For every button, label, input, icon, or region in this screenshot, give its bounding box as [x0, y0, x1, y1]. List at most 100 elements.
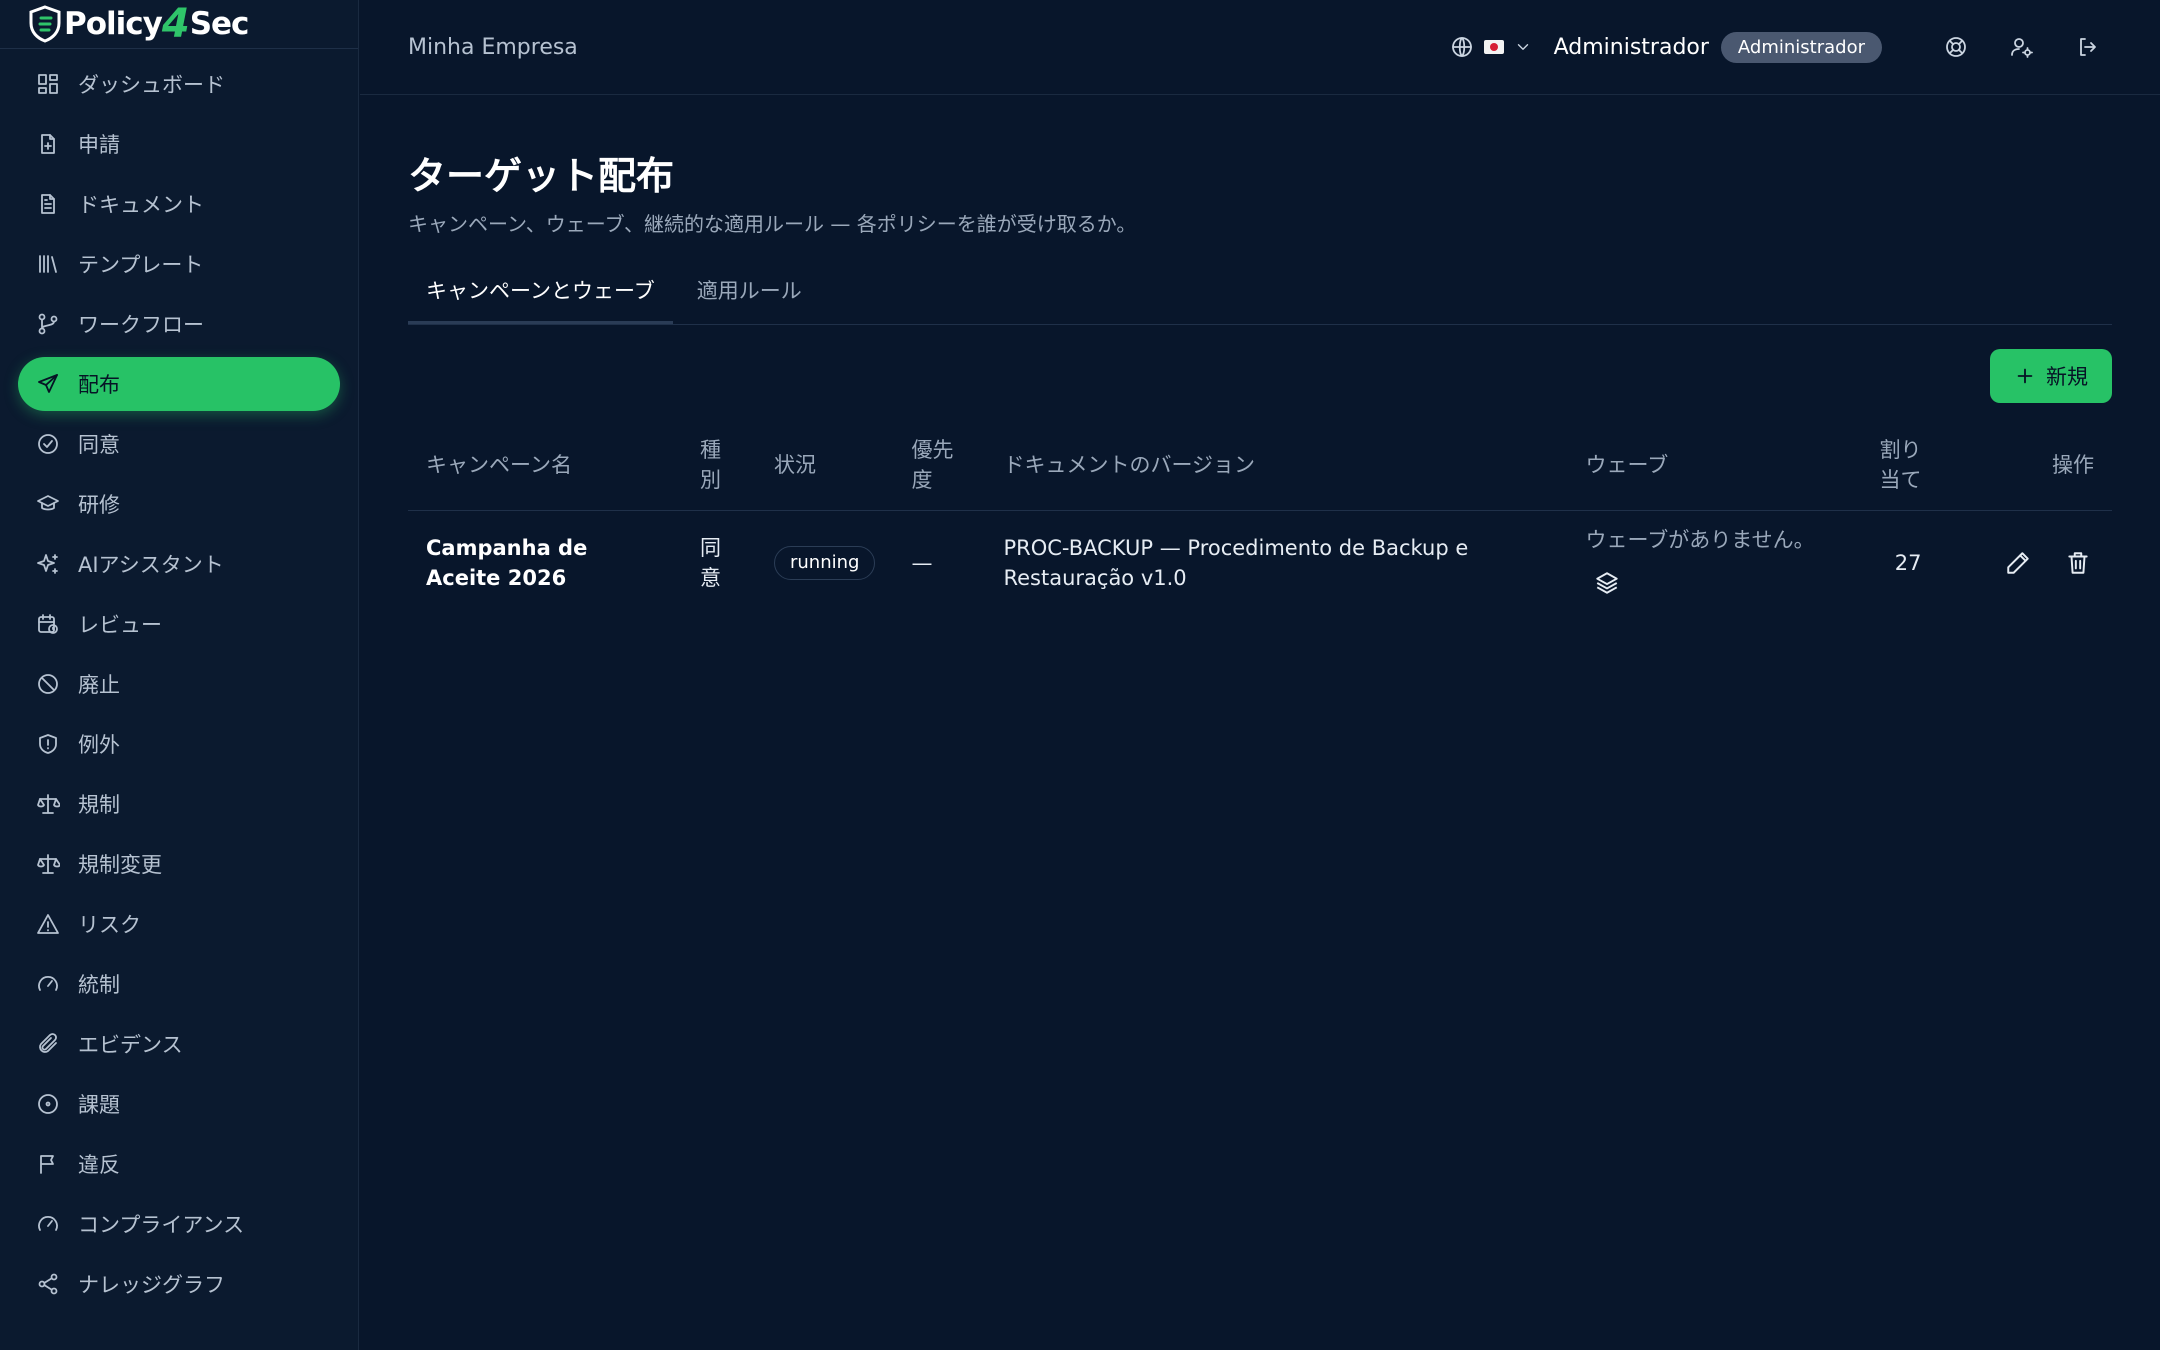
language-selector[interactable] — [1450, 35, 1532, 59]
sidebar-item-label: ナレッジグラフ — [78, 1273, 225, 1297]
sidebar: Policy 4 Sec ダッシュボード 申請 ドキュメント テンプレート ワー… — [0, 0, 359, 1350]
campaign-name: Campanha de Aceite 2026 — [426, 535, 588, 591]
file-plus-icon — [35, 131, 61, 157]
sidebar-item-review[interactable]: レビュー — [18, 597, 340, 651]
sidebar-item-controls[interactable]: 統制 — [18, 957, 340, 1011]
sidebar-item-label: レビュー — [78, 613, 162, 637]
column-header-type[interactable]: 種別 — [682, 421, 756, 511]
page-title: ターゲット配布 — [408, 154, 675, 198]
manage-waves-button[interactable] — [1585, 565, 1629, 601]
brand-logo[interactable]: Policy 4 Sec — [28, 1, 249, 47]
column-header-document-version[interactable]: ドキュメントのバージョン — [985, 421, 1568, 511]
logout-button[interactable] — [2066, 25, 2110, 69]
campaign-wave-cell: ウェーブがありません。 — [1567, 510, 1842, 615]
campaign-priority: — — [911, 550, 933, 575]
library-icon — [35, 251, 61, 277]
plus-icon — [2017, 368, 2033, 384]
sidebar-item-label: 違反 — [78, 1153, 120, 1177]
sidebar-item-evidence[interactable]: エビデンス — [18, 1017, 340, 1071]
sidebar-item-ai-assistant[interactable]: AIアシスタント — [18, 537, 340, 591]
check-circle-icon — [35, 431, 61, 457]
trash-icon — [2068, 552, 2088, 574]
column-header-status[interactable]: 状況 — [756, 421, 894, 511]
sidebar-item-label: リスク — [78, 913, 141, 937]
user-name: Administrador — [1553, 34, 1709, 60]
sidebar-item-templates[interactable]: テンプレート — [18, 237, 340, 291]
send-icon — [35, 371, 61, 397]
calendar-clock-icon — [35, 611, 61, 637]
tab-apply-rules[interactable]: 適用ルール — [679, 275, 820, 324]
sidebar-item-exceptions[interactable]: 例外 — [18, 717, 340, 771]
tab-bar: キャンペーンとウェーブ 適用ルール — [408, 275, 2112, 325]
sidebar-item-label: 規制 — [78, 793, 120, 817]
sidebar-item-issues[interactable]: 課題 — [18, 1077, 340, 1131]
table-row[interactable]: Campanha de Aceite 2026 同意 running — PRO… — [408, 510, 2112, 615]
dot-circle-icon — [35, 1091, 61, 1117]
column-header-actions: 操作 — [1939, 421, 2112, 511]
column-header-priority[interactable]: 優先度 — [893, 421, 986, 511]
sidebar-item-retirement[interactable]: 廃止 — [18, 657, 340, 711]
sidebar-item-regulations[interactable]: 規制 — [18, 777, 340, 831]
dashboard-icon — [35, 71, 61, 97]
company-name[interactable]: Minha Empresa — [408, 35, 578, 60]
document-icon — [35, 191, 61, 217]
sidebar-item-compliance[interactable]: コンプライアンス — [18, 1197, 340, 1251]
campaign-document-version: PROC-BACKUP — Procedimento de Backup e R… — [1003, 535, 1469, 591]
sidebar-item-label: 研修 — [78, 493, 120, 517]
page-subtitle: キャンペーン、ウェーブ、継続的な適用ルール — 各ポリシーを誰が受け取るか。 — [408, 212, 1137, 236]
column-header-name[interactable]: キャンペーン名 — [408, 421, 682, 511]
sidebar-item-label: 申請 — [78, 133, 120, 157]
sidebar-item-label: コンプライアンス — [78, 1213, 245, 1237]
sidebar-item-label: エビデンス — [78, 1033, 183, 1057]
sidebar-item-consent[interactable]: 同意 — [18, 417, 340, 471]
campaigns-table: キャンペーン名 種別 状況 優先度 ドキュメントのバージョン ウェーブ 割り当て… — [408, 421, 2112, 615]
column-header-assignments[interactable]: 割り当て — [1842, 421, 1940, 511]
pencil-icon — [2007, 552, 2029, 574]
gauge-icon — [35, 1211, 61, 1237]
edit-button[interactable] — [2002, 547, 2034, 579]
column-header-wave[interactable]: ウェーブ — [1567, 421, 1843, 511]
role-badge: Administrador — [1720, 31, 1882, 63]
ban-icon — [35, 671, 61, 697]
sidebar-item-label: ドキュメント — [78, 193, 204, 217]
row-actions — [1957, 547, 2094, 579]
scale-icon — [35, 851, 61, 877]
delete-button[interactable] — [2062, 547, 2094, 579]
sidebar-item-label: 統制 — [78, 973, 120, 997]
sidebar-item-knowledge-graph[interactable]: ナレッジグラフ — [18, 1257, 340, 1311]
status-badge: running — [774, 546, 876, 581]
brand-name-part2: 4 — [161, 1, 190, 47]
sidebar-item-label: 例外 — [78, 733, 120, 757]
graduation-cap-icon — [35, 491, 61, 517]
new-button-label: 新規 — [2046, 365, 2088, 389]
sidebar-item-dashboard[interactable]: ダッシュボード — [18, 57, 340, 111]
sidebar-item-training[interactable]: 研修 — [18, 477, 340, 531]
top-header: Minha Empresa Administrador Administrado… — [360, 0, 2160, 95]
sidebar-item-regulatory-changes[interactable]: 規制変更 — [18, 837, 340, 891]
shield-alert-icon — [35, 731, 61, 757]
tab-campaigns-waves[interactable]: キャンペーンとウェーブ — [408, 275, 673, 324]
shield-logo-icon — [29, 5, 61, 43]
campaign-actions — [1939, 510, 2112, 615]
brand-name-part1: Policy — [64, 6, 163, 42]
sidebar-item-requests[interactable]: 申請 — [18, 117, 340, 171]
wave-empty-message: ウェーブがありません。 — [1585, 527, 1815, 552]
sidebar-item-risk[interactable]: リスク — [18, 897, 340, 951]
layers-icon — [1596, 572, 1619, 595]
sidebar-item-documents[interactable]: ドキュメント — [18, 177, 340, 231]
chevron-down-icon — [1517, 44, 1528, 50]
sidebar-item-distribution[interactable]: 配布 — [18, 357, 340, 411]
globe-icon — [1451, 37, 1472, 57]
main-content: ターゲット配布 キャンペーン、ウェーブ、継続的な適用ルール — 各ポリシーを誰が… — [408, 95, 2112, 615]
help-button[interactable] — [1934, 25, 1978, 69]
toolbar: 新規 — [408, 349, 2112, 403]
user-settings-button[interactable] — [2000, 25, 2044, 69]
japan-flag-icon — [1483, 40, 1504, 54]
sidebar-item-workflow[interactable]: ワークフロー — [18, 297, 340, 351]
table-header-row: キャンペーン名 種別 状況 優先度 ドキュメントのバージョン ウェーブ 割り当て… — [408, 421, 2112, 511]
scale-icon — [35, 791, 61, 817]
sidebar-item-label: 配布 — [78, 373, 120, 397]
sidebar-item-label: 同意 — [78, 433, 120, 457]
new-campaign-button[interactable]: 新規 — [1990, 349, 2112, 403]
sidebar-item-violations[interactable]: 違反 — [18, 1137, 340, 1191]
